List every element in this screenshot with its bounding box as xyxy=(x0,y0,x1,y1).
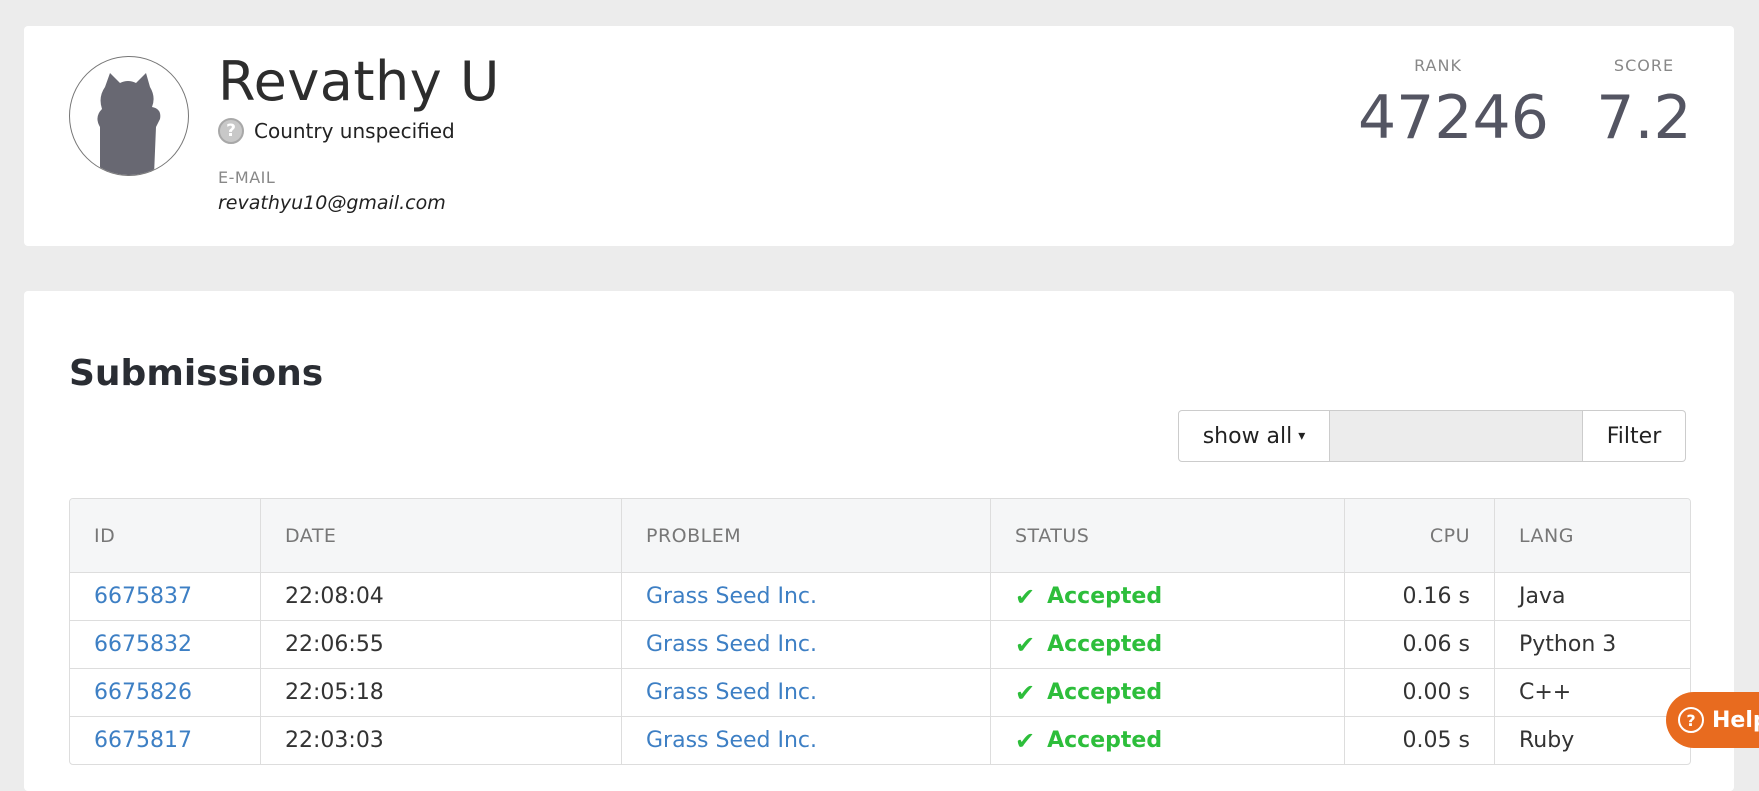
profile-name: Revathy U xyxy=(218,50,500,113)
help-button[interactable]: ? Help xyxy=(1666,692,1759,748)
column-header-date: DATE xyxy=(260,499,621,572)
table-row: 6675837 22:08:04 Grass Seed Inc. ✔ Accep… xyxy=(70,572,1690,620)
filter-group: show all ▾ Filter xyxy=(1178,410,1686,462)
language: C++ xyxy=(1494,669,1690,716)
caret-down-icon: ▾ xyxy=(1298,428,1306,444)
checkmark-icon: ✔ xyxy=(1015,630,1036,659)
table-row: 6675817 22:03:03 Grass Seed Inc. ✔ Accep… xyxy=(70,716,1690,764)
submission-id-link[interactable]: 6675817 xyxy=(70,717,260,764)
column-header-id: ID xyxy=(94,524,116,547)
cpu-time: 0.05 s xyxy=(1344,717,1494,764)
submission-date: 22:06:55 xyxy=(260,621,621,668)
column-header-status: STATUS xyxy=(990,499,1344,572)
score-label: SCORE xyxy=(1613,56,1675,75)
user-silhouette-icon xyxy=(97,73,161,175)
email-value: revathyu10@gmail.com xyxy=(218,192,446,214)
submission-date: 22:03:03 xyxy=(260,717,621,764)
cpu-time: 0.00 s xyxy=(1344,669,1494,716)
score-stat: SCORE 7.2 xyxy=(1589,56,1699,153)
column-header-problem: PROBLEM xyxy=(621,499,990,572)
submissions-title: Submissions xyxy=(69,353,324,394)
show-filter-value: show all xyxy=(1202,423,1293,449)
language: Python 3 xyxy=(1494,621,1690,668)
question-circle-icon: ? xyxy=(1678,707,1704,733)
checkmark-icon: ✔ xyxy=(1015,582,1036,611)
cpu-time: 0.16 s xyxy=(1344,573,1494,620)
question-flag-icon: ? xyxy=(218,118,244,144)
status-cell: ✔ Accepted xyxy=(990,669,1344,716)
table-row: 6675832 22:06:55 Grass Seed Inc. ✔ Accep… xyxy=(70,620,1690,668)
problem-link[interactable]: Grass Seed Inc. xyxy=(621,669,990,716)
profile-card: Revathy U ? Country unspecified E-MAIL r… xyxy=(24,26,1734,246)
status-cell: ✔ Accepted xyxy=(990,621,1344,668)
problem-link[interactable]: Grass Seed Inc. xyxy=(621,573,990,620)
status-cell: ✔ Accepted xyxy=(990,573,1344,620)
country-text: Country unspecified xyxy=(254,119,455,143)
show-filter-dropdown[interactable]: show all ▾ xyxy=(1178,410,1330,462)
help-label: Help xyxy=(1712,707,1759,733)
country: ? Country unspecified xyxy=(218,118,455,144)
rank-label: RANK xyxy=(1414,56,1462,75)
table-row: 6675826 22:05:18 Grass Seed Inc. ✔ Accep… xyxy=(70,668,1690,716)
cpu-time: 0.06 s xyxy=(1344,621,1494,668)
problem-link[interactable]: Grass Seed Inc. xyxy=(621,717,990,764)
status-text: Accepted xyxy=(1047,584,1163,609)
status-text: Accepted xyxy=(1047,728,1163,753)
status-text: Accepted xyxy=(1047,632,1163,657)
status-cell: ✔ Accepted xyxy=(990,717,1344,764)
submissions-card: Submissions show all ▾ Filter ID DATE PR… xyxy=(24,291,1734,791)
checkmark-icon: ✔ xyxy=(1015,726,1036,755)
submission-id-link[interactable]: 6675837 xyxy=(70,573,260,620)
avatar xyxy=(69,56,189,176)
column-header-cpu: CPU xyxy=(1344,499,1494,572)
filter-input[interactable] xyxy=(1330,410,1583,462)
score-value: 7.2 xyxy=(1596,83,1692,153)
submission-id-link[interactable]: 6675832 xyxy=(70,621,260,668)
submissions-table: ID DATE PROBLEM STATUS CPU LANG 6675837 … xyxy=(69,498,1691,765)
language: Java xyxy=(1494,573,1690,620)
table-header-row: ID DATE PROBLEM STATUS CPU LANG xyxy=(70,499,1690,572)
checkmark-icon: ✔ xyxy=(1015,678,1036,707)
rank-value: 47246 xyxy=(1358,83,1549,153)
rank-stat: RANK 47246 xyxy=(1358,56,1549,153)
submission-id-link[interactable]: 6675826 xyxy=(70,669,260,716)
email-label: E-MAIL xyxy=(218,168,276,187)
problem-link[interactable]: Grass Seed Inc. xyxy=(621,621,990,668)
submission-date: 22:05:18 xyxy=(260,669,621,716)
submission-date: 22:08:04 xyxy=(260,573,621,620)
filter-button[interactable]: Filter xyxy=(1583,410,1686,462)
status-text: Accepted xyxy=(1047,680,1163,705)
language: Ruby xyxy=(1494,717,1690,764)
column-header-lang: LANG xyxy=(1494,499,1690,572)
